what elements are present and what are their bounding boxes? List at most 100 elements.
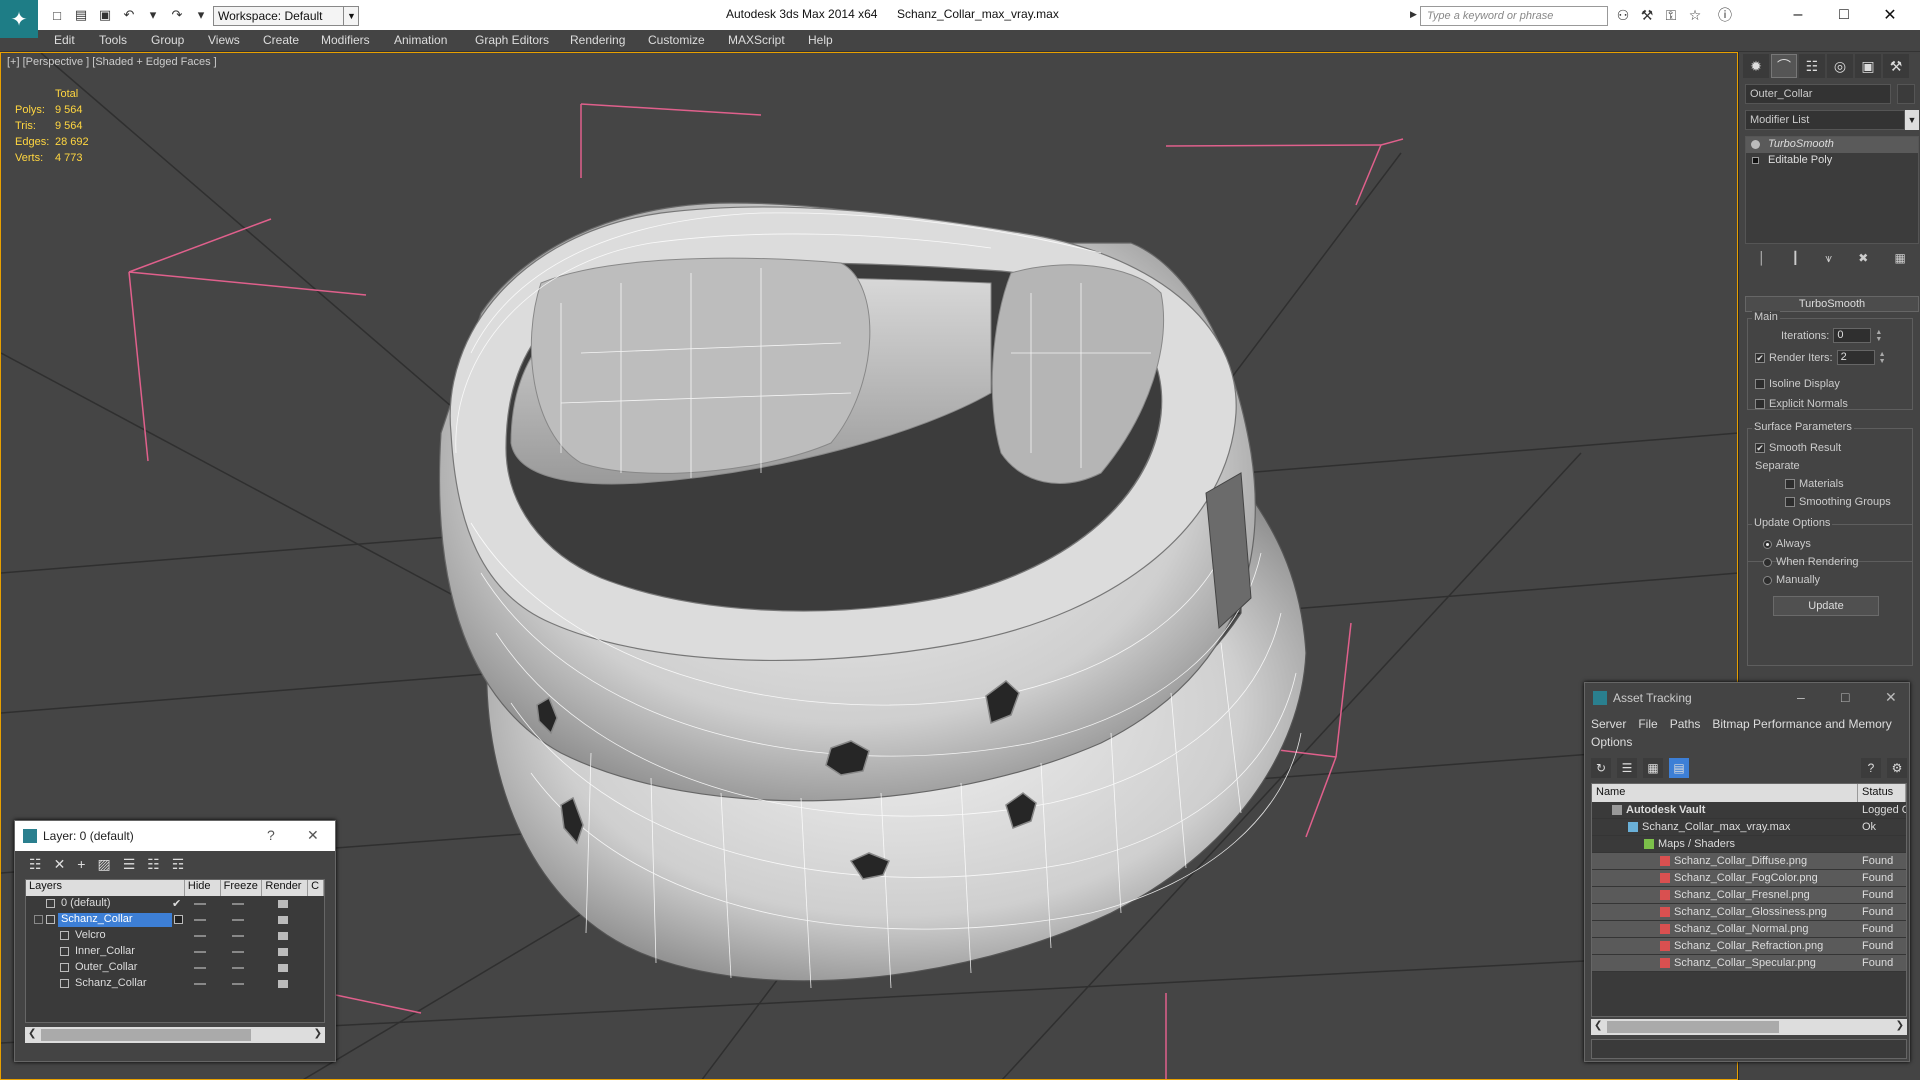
lightbulb-icon[interactable] xyxy=(1751,140,1760,149)
pin-stack-icon[interactable]: │ xyxy=(1758,251,1766,265)
render-toggle-icon[interactable] xyxy=(278,980,288,988)
when-rendering-row[interactable]: When Rendering xyxy=(1763,556,1859,568)
undo-dropdown-icon[interactable]: ▾ xyxy=(144,6,162,24)
stack-item-editable-poly[interactable]: Editable Poly xyxy=(1746,153,1918,169)
configure-modifier-sets-icon[interactable]: ▦ xyxy=(1894,251,1905,265)
close-button[interactable]: ✕ xyxy=(1867,0,1913,30)
update-button[interactable]: Update xyxy=(1773,596,1879,616)
search-input[interactable]: Type a keyword or phrase xyxy=(1420,6,1608,26)
isoline-checkbox[interactable] xyxy=(1755,379,1765,389)
column-header[interactable]: Freeze xyxy=(221,880,263,896)
hide-toggle[interactable] xyxy=(194,919,206,921)
asset-menu-paths[interactable]: Paths xyxy=(1670,717,1701,731)
column-header[interactable]: C xyxy=(308,880,325,896)
freeze-toggle[interactable] xyxy=(232,903,244,905)
render-toggle-icon[interactable] xyxy=(278,916,288,924)
menu-customize[interactable]: Customize xyxy=(648,33,705,47)
select-objects-in-layer-icon[interactable]: ☰ xyxy=(123,856,136,873)
render-toggle-icon[interactable] xyxy=(278,964,288,972)
layer-row[interactable]: 0 (default) ✔ xyxy=(26,896,324,912)
scroll-left-icon[interactable]: ❮ xyxy=(28,1028,36,1039)
freeze-toggle[interactable] xyxy=(232,967,244,969)
minimize-icon[interactable]: – xyxy=(1797,689,1805,705)
always-radio[interactable] xyxy=(1763,539,1772,549)
menu-rendering[interactable]: Rendering xyxy=(570,33,625,47)
active-layer-box[interactable] xyxy=(174,915,183,924)
smooth-result-row[interactable]: ✔ Smooth Result xyxy=(1755,442,1841,454)
layer-row[interactable]: Inner_Collar xyxy=(26,944,324,960)
make-unique-icon[interactable]: ⩛ xyxy=(1825,251,1832,266)
manually-radio[interactable] xyxy=(1763,575,1772,585)
close-icon[interactable]: ✕ xyxy=(1885,689,1897,706)
column-header[interactable]: Render xyxy=(262,880,309,896)
help-icon[interactable]: ? xyxy=(1861,758,1881,778)
modifier-list-dropdown[interactable]: Modifier List xyxy=(1745,110,1905,130)
help-icon[interactable]: ? xyxy=(267,827,275,843)
menu-edit[interactable]: Edit xyxy=(54,33,75,47)
binoculars-icon[interactable]: ⚇ xyxy=(1614,6,1632,24)
render-toggle-icon[interactable] xyxy=(278,900,288,908)
expand-box-icon[interactable] xyxy=(1752,157,1759,164)
minimize-button[interactable]: – xyxy=(1775,0,1821,30)
when-rendering-radio[interactable] xyxy=(1763,557,1772,567)
isoline-row[interactable]: Isoline Display xyxy=(1755,378,1840,390)
create-layer-icon[interactable]: + xyxy=(77,856,85,872)
render-toggle-icon[interactable] xyxy=(278,948,288,956)
asset-row[interactable]: Schanz_Collar_Fresnel.png Found xyxy=(1592,887,1906,904)
stack-item-turbosmooth[interactable]: TurboSmooth xyxy=(1746,137,1918,153)
horizontal-scrollbar[interactable]: ❮ ❯ xyxy=(25,1027,325,1043)
render-iters-spinner[interactable]: 2 xyxy=(1836,350,1875,365)
table-view-icon[interactable]: ▤ xyxy=(1669,758,1689,778)
scrollbar-thumb[interactable] xyxy=(1607,1021,1779,1033)
collapse-icon[interactable] xyxy=(34,915,43,924)
hide-toggle[interactable] xyxy=(194,903,206,905)
asset-menu-options[interactable]: Options xyxy=(1591,735,1632,749)
materials-checkbox[interactable] xyxy=(1785,479,1795,489)
smoothing-groups-checkbox[interactable] xyxy=(1785,497,1795,507)
layer-row[interactable]: Outer_Collar xyxy=(26,960,324,976)
freeze-toggle[interactable] xyxy=(232,983,244,985)
asset-row[interactable]: Schanz_Collar_Refraction.png Found xyxy=(1592,938,1906,955)
new-file-icon[interactable]: □ xyxy=(48,6,66,24)
remove-modifier-icon[interactable]: ✖ xyxy=(1858,251,1868,265)
always-row[interactable]: Always xyxy=(1763,538,1811,550)
menu-modifiers[interactable]: Modifiers xyxy=(321,33,370,47)
render-iters-checkbox[interactable]: ✔ xyxy=(1755,352,1765,363)
layer-row[interactable]: Velcro xyxy=(26,928,324,944)
refresh-icon[interactable]: ↻ xyxy=(1591,758,1611,778)
asset-row[interactable]: Schanz_Collar_max_vray.max Ok xyxy=(1592,819,1906,836)
freeze-toggle[interactable] xyxy=(232,935,244,937)
utilities-tab-icon[interactable]: ⚒ xyxy=(1883,54,1909,78)
maximize-button[interactable]: □ xyxy=(1821,0,1867,30)
freeze-toggle[interactable] xyxy=(232,951,244,953)
column-header[interactable]: Status xyxy=(1858,784,1906,802)
asset-row[interactable]: Schanz_Collar_Diffuse.png Found xyxy=(1592,853,1906,870)
menu-create[interactable]: Create xyxy=(263,33,299,47)
close-icon[interactable]: ✕ xyxy=(307,827,319,844)
scroll-left-icon[interactable]: ❮ xyxy=(1594,1020,1602,1031)
spinner-arrows-icon[interactable]: ▲ ▼ xyxy=(1875,329,1882,343)
save-icon[interactable]: ▣ xyxy=(96,6,114,24)
horizontal-scrollbar[interactable]: ❮ ❯ xyxy=(1591,1019,1907,1035)
app-menu-button[interactable]: ✦ xyxy=(0,0,38,38)
menu-maxscript[interactable]: MAXScript xyxy=(728,33,785,47)
show-end-result-icon[interactable]: ┃ xyxy=(1792,251,1799,265)
menu-views[interactable]: Views xyxy=(208,33,240,47)
asset-row[interactable]: Schanz_Collar_FogColor.png Found xyxy=(1592,870,1906,887)
object-color-swatch[interactable] xyxy=(1897,84,1915,104)
thumbnail-view-icon[interactable]: ▦ xyxy=(1643,758,1663,778)
freeze-toggle[interactable] xyxy=(232,919,244,921)
smooth-result-checkbox[interactable]: ✔ xyxy=(1755,443,1765,453)
iterations-spinner[interactable]: 0 xyxy=(1833,328,1872,343)
layer-row[interactable]: Schanz_Collar xyxy=(26,912,324,928)
asset-menu-file[interactable]: File xyxy=(1638,717,1657,731)
menu-help[interactable]: Help xyxy=(808,33,833,47)
schanz-collar-model[interactable] xyxy=(438,202,1307,989)
settings-icon[interactable]: ⚙ xyxy=(1887,758,1907,778)
scroll-right-icon[interactable]: ❯ xyxy=(314,1028,322,1039)
asset-row[interactable]: Schanz_Collar_Specular.png Found xyxy=(1592,955,1906,972)
layer-window-titlebar[interactable]: Layer: 0 (default) ? ✕ xyxy=(15,821,335,851)
hide-toggle[interactable] xyxy=(194,951,206,953)
layer-row[interactable]: Schanz_Collar xyxy=(26,976,324,992)
workspace-select[interactable]: Workspace: Default xyxy=(213,6,359,26)
